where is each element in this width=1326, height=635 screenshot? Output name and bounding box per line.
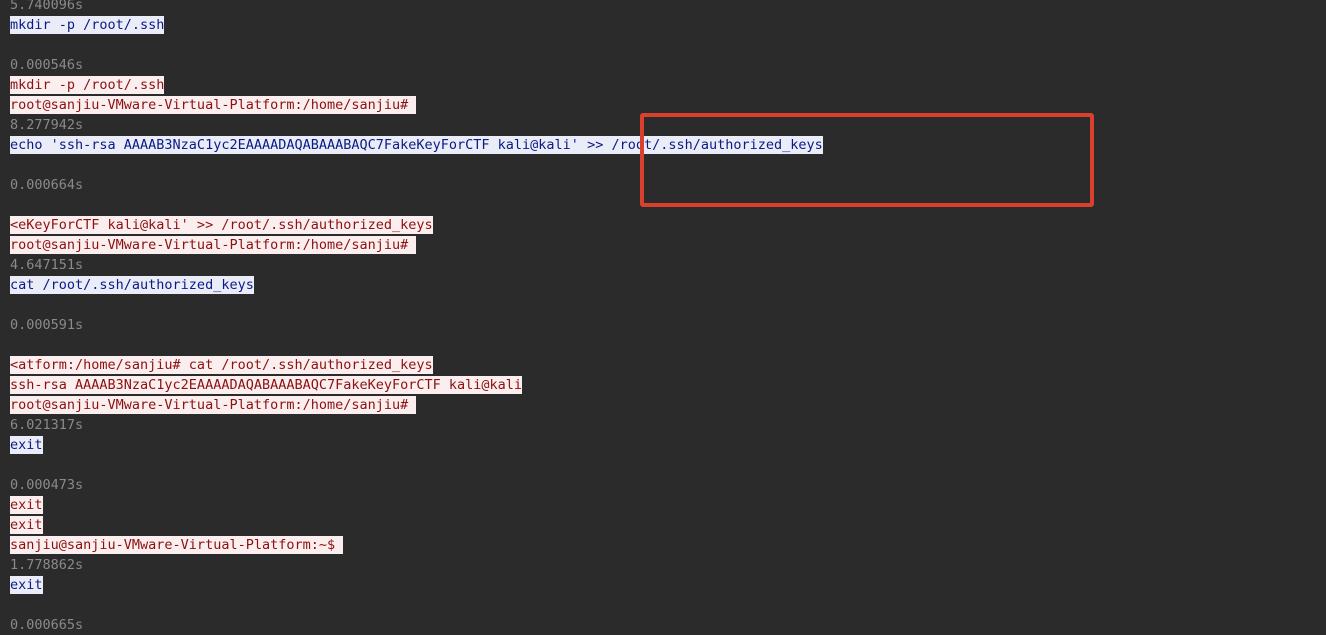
timestamp-line: 0.000665s [10, 615, 1310, 635]
timestamp-line: 5.740096s [10, 0, 1310, 15]
line-text: 6.021317s [10, 417, 84, 433]
server-received-line: exit [10, 495, 1310, 515]
line-text: 4.647151s [10, 257, 84, 273]
line-text: root@sanjiu-VMware-Virtual-Platform:/hom… [10, 236, 417, 254]
line-text: 0.000591s [10, 317, 84, 333]
timestamp-line: 0.000546s [10, 55, 1310, 75]
line-text: 0.000473s [10, 477, 84, 493]
tcp-stream-view[interactable]: 5.740096s mkdir -p /root/.ssh 0.000546s mkd… [10, 0, 1310, 635]
timestamp-line: 4.647151s [10, 255, 1310, 275]
client-sent-line: exit [10, 575, 1310, 595]
line-text: mkdir -p /root/.ssh [10, 76, 165, 94]
line-text: <eKeyForCTF kali@kali' >> /root/.ssh/aut… [10, 216, 433, 234]
line-text: ssh-rsa AAAAB3NzaC1yc2EAAAADAQABAAABAQC7… [10, 376, 523, 394]
line-text: root@sanjiu-VMware-Virtual-Platform:/hom… [10, 396, 417, 414]
line-text: sanjiu@sanjiu-VMware-Virtual-Platform:~$ [10, 536, 344, 554]
server-received-line: root@sanjiu-VMware-Virtual-Platform:/hom… [10, 235, 1310, 255]
line-text: exit [10, 436, 43, 454]
line-text: <atform:/home/sanjiu# cat /root/.ssh/aut… [10, 356, 433, 374]
line-text: mkdir -p /root/.ssh [10, 16, 165, 34]
highlight-annotation-box [640, 113, 1094, 207]
client-sent-line: mkdir -p /root/.ssh [10, 15, 1310, 35]
line-text: 5.740096s [10, 0, 84, 13]
line-text: 0.000664s [10, 177, 84, 193]
line-text: root@sanjiu-VMware-Virtual-Platform:/hom… [10, 96, 417, 114]
line-text: exit [10, 496, 43, 514]
line-text: cat /root/.ssh/authorized_keys [10, 276, 254, 294]
line-text: 1.778862s [10, 557, 84, 573]
server-received-line: <atform:/home/sanjiu# cat /root/.ssh/aut… [10, 355, 1310, 375]
server-received-line: root@sanjiu-VMware-Virtual-Platform:/hom… [10, 395, 1310, 415]
line-text: 0.000546s [10, 57, 84, 73]
timestamp-line: 0.000591s [10, 315, 1310, 335]
timestamp-line: 1.778862s [10, 555, 1310, 575]
line-text: exit [10, 576, 43, 594]
server-received-line: mkdir -p /root/.ssh [10, 75, 1310, 95]
timestamp-line: 6.021317s [10, 415, 1310, 435]
line-text: 0.000665s [10, 617, 84, 633]
server-received-line: <eKeyForCTF kali@kali' >> /root/.ssh/aut… [10, 215, 1310, 235]
client-sent-line: exit [10, 435, 1310, 455]
client-sent-line: cat /root/.ssh/authorized_keys [10, 275, 1310, 295]
server-received-line: exit [10, 515, 1310, 535]
line-text: 8.277942s [10, 117, 84, 133]
server-received-line: sanjiu@sanjiu-VMware-Virtual-Platform:~$ [10, 535, 1310, 555]
line-text: exit [10, 516, 43, 534]
server-received-line: root@sanjiu-VMware-Virtual-Platform:/hom… [10, 95, 1310, 115]
timestamp-line: 0.000473s [10, 475, 1310, 495]
server-received-line: ssh-rsa AAAAB3NzaC1yc2EAAAADAQABAAABAQC7… [10, 375, 1310, 395]
